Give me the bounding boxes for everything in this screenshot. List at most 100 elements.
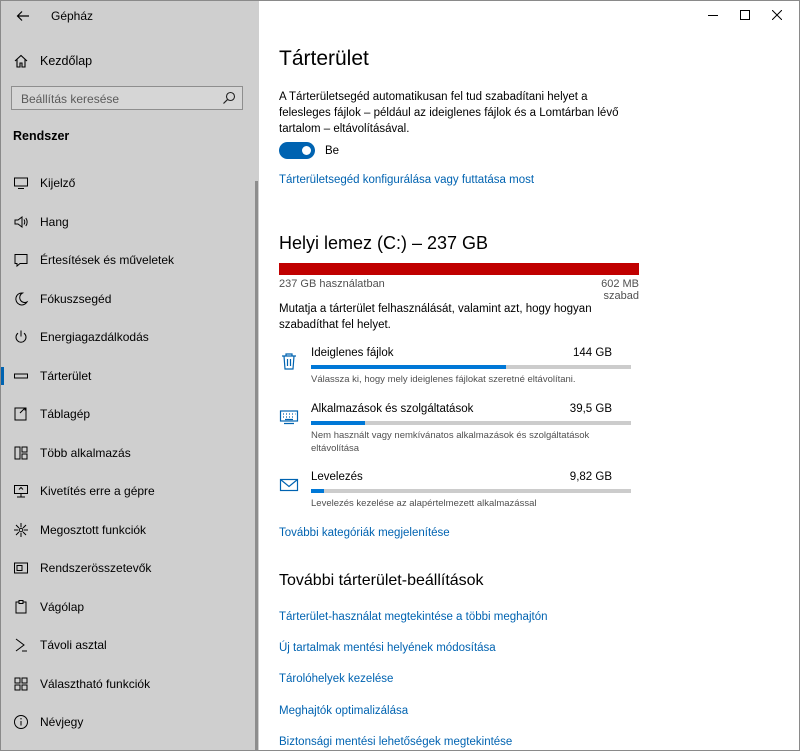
minimize-icon: [708, 15, 718, 16]
home-icon: [14, 54, 28, 68]
toggle-knob: [302, 146, 311, 155]
sidebar-item[interactable]: Választható funkciók: [1, 666, 259, 702]
sidebar-scrollbar[interactable]: [255, 181, 258, 750]
search-icon[interactable]: [222, 91, 236, 105]
drive-usage-bar: [279, 263, 639, 275]
storage-icon: [14, 373, 28, 378]
sidebar-item-label: Fókuszsegéd: [40, 291, 112, 306]
sidebar-item[interactable]: Értesítések és műveletek: [1, 242, 259, 278]
sidebar-item[interactable]: Fókuszsegéd: [1, 281, 259, 317]
category-usage-fill: [311, 489, 324, 493]
sidebar-item-label: Hang: [40, 214, 69, 229]
sidebar-item[interactable]: Kivetítés erre a gépre: [1, 473, 259, 509]
title-bar: Gépház: [1, 1, 259, 31]
category-usage-bar: [311, 489, 631, 493]
keyboard-icon: [279, 410, 299, 425]
sidebar-item-label: Rendszerösszetevők: [40, 561, 152, 575]
display-icon: [14, 177, 28, 189]
category-name: Alkalmazások és szolgáltatások: [311, 403, 474, 415]
main-content: Tárterület A Tárterületsegéd automatikus…: [259, 1, 799, 750]
sidebar-item-label: Kivetítés erre a gépre: [40, 484, 155, 498]
category-name: Ideiglenes fájlok: [311, 347, 394, 359]
search-input[interactable]: Beállítás keresése: [11, 86, 243, 110]
sidebar-item-label: Megosztott funkciók: [40, 522, 147, 537]
toggle-state-label: Be: [325, 145, 340, 157]
sidebar-item-label: Értesítések és műveletek: [40, 253, 175, 267]
sidebar-item[interactable]: Kijelző: [1, 165, 259, 201]
clipboard-icon: [15, 599, 27, 613]
sidebar-item[interactable]: Rendszerösszetevők: [1, 550, 259, 586]
info-icon: [14, 715, 28, 729]
sidebar-item[interactable]: Tárterület: [1, 358, 259, 394]
storage-category[interactable]: Ideiglenes fájlok 144 GB Válassza ki, hogy…: [279, 347, 634, 403]
sidebar-item[interactable]: Több alkalmazás: [1, 435, 259, 471]
remote-icon: [15, 638, 27, 652]
category-usage-bar: [311, 421, 631, 425]
search-placeholder: Beállítás keresése: [21, 92, 120, 106]
multitasking-icon: [14, 446, 28, 459]
settings-window: Gépház Kezdőlap Beállítás keresése Rends…: [0, 0, 800, 751]
drive-free-label: 602 MB szabad: [601, 278, 639, 302]
back-arrow-icon: [16, 11, 29, 21]
category-usage-fill: [311, 365, 507, 369]
page-title: Tárterület: [279, 47, 369, 70]
home-nav-item[interactable]: Kezdőlap: [1, 47, 259, 75]
home-label: Kezdőlap: [40, 54, 93, 68]
more-settings-link[interactable]: Meghajtók optimalizálása: [279, 705, 408, 717]
more-settings-link[interactable]: Biztonsági mentési lehetőségek megtekint…: [279, 736, 512, 748]
sidebar-item[interactable]: Hang: [1, 204, 259, 240]
tablet-icon: [14, 407, 27, 421]
power-icon: [15, 330, 27, 343]
mail-icon: [279, 478, 299, 492]
app-title: Gépház: [51, 9, 94, 23]
section-label: Rendszer: [13, 129, 70, 143]
category-size: 39,5 GB: [569, 403, 612, 415]
category-description: Válassza ki, hogy mely ideiglenes fájlok…: [311, 374, 576, 385]
sidebar-item-label: Több alkalmazás: [40, 445, 131, 460]
more-settings-title: További tárterület-beállítások: [279, 572, 484, 589]
usage-description: Mutatja a tárterület felhasználását, val…: [279, 303, 592, 331]
sidebar-item[interactable]: Táblagép: [1, 396, 259, 432]
sidebar-item-label: Tárterület: [40, 368, 92, 383]
drive-title: Helyi lemez (C:) – 237 GB: [279, 233, 489, 253]
close-button[interactable]: [761, 1, 793, 29]
category-usage-bar: [311, 365, 631, 369]
sidebar-item[interactable]: Megosztott funkciók: [1, 512, 259, 548]
trash-icon: [282, 353, 296, 370]
category-description: Nem használt vagy nemkívánatos alkalmazá…: [311, 430, 590, 454]
storage-category[interactable]: Alkalmazások és szolgáltatások 39,5 GB Nem…: [279, 403, 634, 459]
sidebar-item[interactable]: Névjegy: [1, 704, 259, 740]
category-size: 144 GB: [573, 347, 612, 359]
components-icon: [14, 562, 28, 574]
more-settings-link[interactable]: Új tartalmak mentési helyének módosítása: [279, 642, 496, 654]
sidebar-item[interactable]: Energiagazdálkodás: [1, 319, 259, 355]
more-settings-link[interactable]: Tárolóhelyek kezelése: [279, 673, 393, 685]
maximize-button[interactable]: [729, 1, 761, 29]
sidebar-item-label: Távoli asztal: [40, 638, 107, 652]
storage-sense-toggle[interactable]: [279, 142, 315, 159]
category-size: 9,82 GB: [569, 471, 612, 483]
category-usage-fill: [311, 421, 366, 425]
minimize-button[interactable]: [697, 1, 729, 29]
more-settings-link[interactable]: Tárterület-használat megtekintése a több…: [279, 611, 548, 623]
speaker-icon: [14, 215, 28, 228]
sidebar-item-label: Táblagép: [40, 407, 91, 421]
sidebar-item[interactable]: Távoli asztal: [1, 627, 259, 663]
category-description: Levelezés kezelése az alapértelmezett al…: [311, 498, 537, 509]
sidebar-item-label: Kijelző: [40, 176, 76, 190]
category-name: Levelezés: [311, 471, 363, 483]
back-button[interactable]: [9, 5, 37, 27]
close-icon: [772, 10, 782, 20]
sidebar-item[interactable]: Vágólap: [1, 589, 259, 625]
features-icon: [14, 677, 28, 690]
drive-used-label: 237 GB használatban: [279, 278, 385, 290]
notification-icon: [14, 254, 28, 268]
storage-sense-description: A Tárterületsegéd automatikusan fel tud …: [279, 91, 619, 135]
more-categories-link[interactable]: További kategóriák megjelenítése: [279, 527, 450, 539]
storage-category[interactable]: Levelezés 9,82 GB Levelezés kezelése az al…: [279, 471, 634, 527]
moon-icon: [15, 291, 29, 305]
sidebar-item-label: Energiagazdálkodás: [40, 330, 149, 344]
configure-storage-sense-link[interactable]: Tárterületsegéd konfigurálása vagy futta…: [279, 174, 534, 186]
maximize-icon: [740, 10, 750, 20]
sidebar-item-label: Vágólap: [40, 599, 85, 614]
